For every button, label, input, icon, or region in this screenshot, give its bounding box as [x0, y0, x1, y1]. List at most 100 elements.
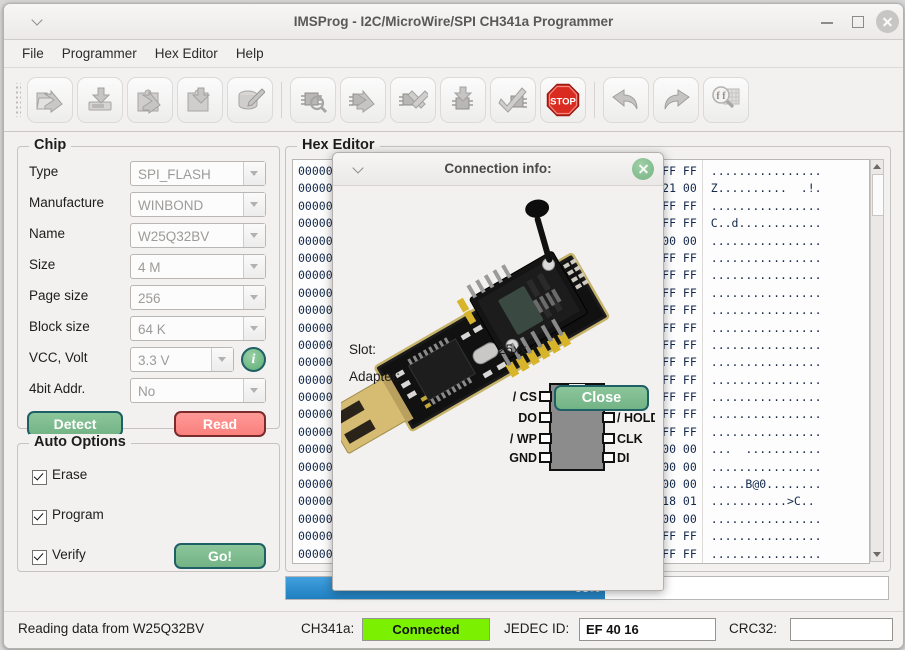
dialog-title: Connection info: [333, 153, 663, 185]
hex-ascii-column[interactable]: ................Z.......... .!..........… [702, 160, 822, 563]
hex-row: ................ [711, 285, 822, 302]
toolbar-drag-handle[interactable] [14, 83, 21, 117]
hex-row: ................ [711, 389, 822, 406]
verify-chip-button[interactable] [490, 77, 536, 123]
hex-row: ................ [711, 320, 822, 337]
ch341a-status-badge: Connected [362, 618, 490, 641]
toolbar: STOP [4, 68, 903, 132]
scroll-up-arrow-icon[interactable] [873, 164, 881, 169]
chip-page-size-combo[interactable]: 256 [130, 285, 266, 310]
stop-button[interactable]: STOP [540, 77, 586, 123]
svg-text:CLK: CLK [617, 432, 643, 446]
chip-vcc-label: VCC, Volt [29, 350, 88, 365]
hex-row: ... ........... [711, 441, 822, 458]
chip-page-size-value: 256 [138, 291, 161, 306]
dialog-close-button[interactable]: Close [554, 385, 649, 411]
chevron-down-icon [243, 286, 265, 309]
save-file-button[interactable] [77, 77, 123, 123]
program-chip-button[interactable] [440, 77, 486, 123]
svg-text:/ WP: / WP [510, 432, 537, 446]
detect-chip-button[interactable] [290, 77, 336, 123]
chip-4bit-addr-combo[interactable]: No [130, 378, 266, 403]
vcc-info-button[interactable]: i [241, 347, 266, 372]
scroll-down-arrow-icon[interactable] [873, 552, 881, 557]
chip-name-label: Name [29, 226, 65, 241]
hex-row: ...........>C.. [711, 493, 822, 510]
go-button[interactable]: Go! [174, 543, 266, 569]
undo-button[interactable] [603, 77, 649, 123]
read-button[interactable]: Read [174, 411, 266, 437]
jedec-id-label: JEDEC ID: [504, 621, 569, 636]
menu-item-programmer[interactable]: Programmer [53, 43, 146, 64]
chip-manufacture-combo[interactable]: WINBOND [130, 192, 266, 217]
chip-vcc-combo[interactable]: 3.3 V [130, 347, 234, 372]
ch341a-device-photo: / CS DO / WP GND VCC / HOLD CLK DI [341, 188, 655, 480]
redo-arrow-icon [661, 86, 691, 114]
hex-row: C..d............ [711, 215, 822, 232]
close-button[interactable] [876, 10, 899, 33]
erase-chip-button[interactable] [390, 77, 436, 123]
chip-block-size-combo[interactable]: 64 K [130, 316, 266, 341]
svg-text:f f: f f [716, 91, 726, 102]
menu-bar: File Programmer Hex Editor Help [4, 40, 903, 68]
open-chip-button[interactable] [127, 77, 173, 123]
chip-manufacture-label: Manufacture [29, 195, 104, 210]
puzzle-in-icon [185, 86, 215, 114]
hex-row: ................ [711, 406, 822, 423]
chip-panel: Chip Type SPI_FLASH Manufacture WINBOND … [17, 146, 280, 429]
chip-4bit-addr-value: No [138, 384, 155, 399]
redo-button[interactable] [653, 77, 699, 123]
hex-row: ................ [711, 337, 822, 354]
checkbox-check-icon [32, 470, 47, 485]
minimize-button[interactable] [819, 13, 836, 30]
chip-type-value: SPI_FLASH [138, 167, 211, 182]
chip-size-combo[interactable]: 4 M [130, 254, 266, 279]
hex-row: ................ [711, 511, 822, 528]
hex-row: ................ [711, 233, 822, 250]
svg-text:GND: GND [509, 451, 537, 465]
crc32-label: CRC32: [729, 621, 777, 636]
scrollbar-thumb[interactable] [872, 174, 884, 216]
hex-editor-caption: Hex Editor [297, 137, 380, 153]
hex-scrollbar[interactable] [870, 159, 884, 562]
jedec-id-field[interactable]: EF 40 16 [579, 618, 716, 641]
open-file-button[interactable] [27, 77, 73, 123]
connection-info-dialog: Connection info: [332, 152, 664, 591]
hex-row: ................ [711, 354, 822, 371]
hex-row: ................ [711, 250, 822, 267]
status-bar: Reading data from W25Q32BV CH341a: Conne… [4, 611, 903, 648]
save-chip-button[interactable] [177, 77, 223, 123]
stop-sign-icon: STOP [546, 83, 580, 117]
chevron-down-icon [243, 193, 265, 216]
font-search-icon: f f [711, 86, 741, 114]
hex-row: ................ [711, 163, 822, 180]
find-text-button[interactable]: f f [703, 77, 749, 123]
chevron-down-icon [243, 317, 265, 340]
chevron-down-icon [243, 224, 265, 247]
window-title: IMSProg - I2C/MicroWire/SPI CH341a Progr… [4, 4, 903, 39]
chevron-down-icon [243, 379, 265, 402]
hex-row: ................ [711, 424, 822, 441]
menu-item-help[interactable]: Help [227, 43, 273, 64]
folder-open-icon [35, 86, 65, 114]
edit-buffer-button[interactable] [227, 77, 273, 123]
chip-name-combo[interactable]: W25Q32BV [130, 223, 266, 248]
svg-text:/ HOLD: / HOLD [617, 411, 655, 425]
hex-row: ................ [711, 372, 822, 389]
chip-type-combo[interactable]: SPI_FLASH [130, 161, 266, 186]
crc32-field[interactable] [790, 618, 893, 641]
chip-read-icon [348, 86, 378, 114]
checkbox-check-icon [32, 550, 47, 565]
status-message: Reading data from W25Q32BV [18, 621, 204, 636]
chip-search-icon [298, 86, 328, 114]
menu-item-hex-editor[interactable]: Hex Editor [146, 43, 227, 64]
maximize-button[interactable] [849, 13, 866, 30]
toolbar-separator [281, 82, 282, 118]
toolbar-separator [594, 82, 595, 118]
chevron-down-icon [243, 255, 265, 278]
menu-item-file[interactable]: File [13, 43, 53, 64]
dialog-close-icon[interactable] [632, 158, 654, 180]
chip-block-size-label: Block size [29, 319, 90, 334]
read-chip-button[interactable] [340, 77, 386, 123]
hex-row: .....B@0........ [711, 476, 822, 493]
